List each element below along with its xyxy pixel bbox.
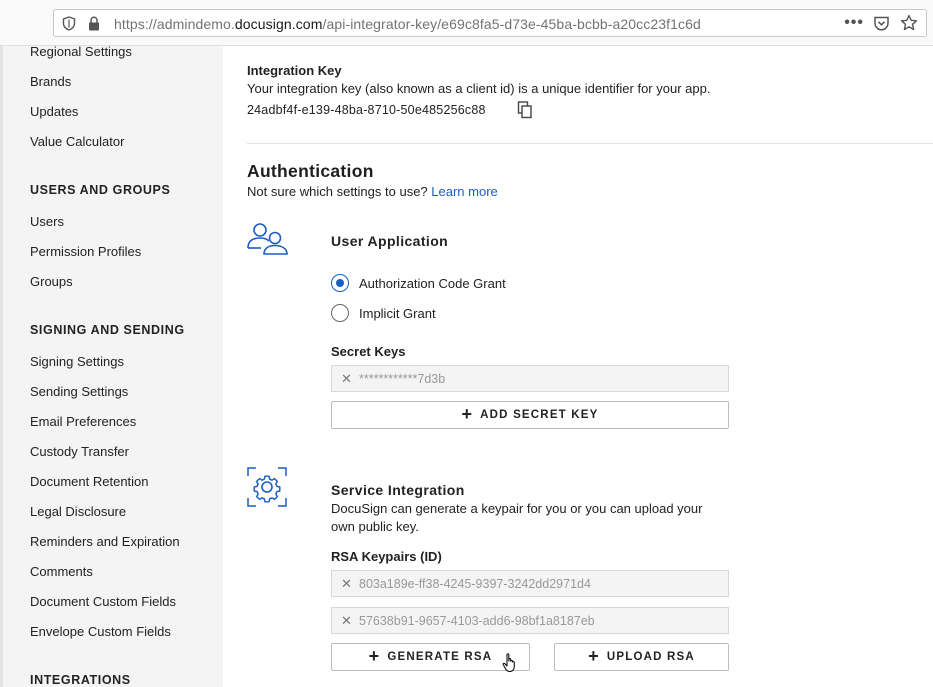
sidebar-heading-users-and-groups: USERS AND GROUPS <box>30 183 171 197</box>
sidebar-heading-integrations: INTEGRATIONS <box>30 673 131 687</box>
lock-icon[interactable] <box>88 16 100 31</box>
sidebar-item-groups[interactable]: Groups <box>30 274 73 289</box>
sidebar-item-value-calculator[interactable]: Value Calculator <box>30 134 124 149</box>
url-text[interactable]: https://admindemo.docusign.com/api-integ… <box>114 16 701 32</box>
rsa-keypair-field: ✕ 803a189e-ff38-4245-9397-3242dd2971d4 <box>331 570 729 597</box>
plus-icon: + <box>461 404 474 424</box>
sidebar-item-sending-settings[interactable]: Sending Settings <box>30 384 128 399</box>
sidebar-item-permission-profiles[interactable]: Permission Profiles <box>30 244 141 259</box>
service-integration-desc-line2: own public key. <box>331 519 419 534</box>
rsa-keypair-field: ✕ 57638b91-9657-4103-add6-98bf1a8187eb <box>331 607 729 634</box>
sidebar-item-reminders-and-expiration[interactable]: Reminders and Expiration <box>30 534 180 549</box>
sidebar-item-users[interactable]: Users <box>30 214 64 229</box>
plus-icon: + <box>588 646 600 666</box>
service-integration-heading: Service Integration <box>331 482 465 498</box>
copy-icon[interactable] <box>517 101 533 119</box>
implicit-grant-radio[interactable] <box>331 304 349 322</box>
sidebar-heading-signing-and-sending: SIGNING AND SENDING <box>30 323 185 337</box>
remove-rsa-keypair-icon[interactable]: ✕ <box>341 576 352 592</box>
integration-key-title: Integration Key <box>247 63 342 78</box>
integration-key-value: 24adbf4f-e139-48ba-8710-50e485256c88 <box>247 103 486 117</box>
rsa-keypairs-label: RSA Keypairs (ID) <box>331 549 442 564</box>
authorization-code-grant-radio[interactable] <box>331 274 349 292</box>
sidebar-item-document-custom-fields[interactable]: Document Custom Fields <box>30 594 176 609</box>
plus-icon: + <box>368 646 381 666</box>
sidebar-item-regional-settings[interactable]: Regional Settings <box>30 44 132 59</box>
generate-rsa-button[interactable]: + GENERATE RSA <box>331 643 530 671</box>
user-application-heading: User Application <box>331 233 449 249</box>
sidebar-item-envelope-custom-fields[interactable]: Envelope Custom Fields <box>30 624 171 639</box>
rsa-keypair-id: 803a189e-ff38-4245-9397-3242dd2971d4 <box>359 577 591 591</box>
integration-key-description: Your integration key (also known as a cl… <box>247 81 711 96</box>
secret-keys-label: Secret Keys <box>331 344 406 359</box>
section-divider <box>247 143 933 144</box>
authentication-heading: Authentication <box>247 161 374 181</box>
service-integration-desc-line1: DocuSign can generate a keypair for you … <box>331 501 703 516</box>
add-secret-key-button[interactable]: + ADD SECRET KEY <box>331 401 729 429</box>
sidebar-item-updates[interactable]: Updates <box>30 104 78 119</box>
authorization-code-grant-label[interactable]: Authorization Code Grant <box>359 276 506 291</box>
secret-key-field: ✕ ************7d3b <box>331 365 729 392</box>
browser-toolbar: https://admindemo.docusign.com/api-integ… <box>0 0 933 46</box>
implicit-grant-label[interactable]: Implicit Grant <box>359 306 436 321</box>
gear-icon <box>247 467 287 507</box>
generate-rsa-label: GENERATE RSA <box>387 651 493 663</box>
sidebar-item-comments[interactable]: Comments <box>30 564 93 579</box>
sidebar-item-brands[interactable]: Brands <box>30 74 71 89</box>
authentication-help: Not sure which settings to use? Learn mo… <box>247 184 498 199</box>
remove-secret-key-icon[interactable]: ✕ <box>341 371 352 387</box>
secret-key-value: ************7d3b <box>359 372 446 386</box>
star-icon[interactable] <box>900 14 918 32</box>
users-icon <box>247 223 288 255</box>
pocket-icon[interactable] <box>873 15 890 32</box>
shield-icon[interactable] <box>62 16 76 31</box>
rsa-keypair-id: 57638b91-9657-4103-add6-98bf1a8187eb <box>359 614 595 628</box>
learn-more-link[interactable]: Learn more <box>431 184 497 199</box>
url-bar[interactable]: https://admindemo.docusign.com/api-integ… <box>53 9 927 37</box>
add-secret-key-label: ADD SECRET KEY <box>480 409 599 421</box>
sidebar-item-email-preferences[interactable]: Email Preferences <box>30 414 136 429</box>
sidebar-item-document-retention[interactable]: Document Retention <box>30 474 149 489</box>
upload-rsa-label: UPLOAD RSA <box>606 651 695 663</box>
upload-rsa-button[interactable]: + UPLOAD RSA <box>554 643 729 671</box>
sidebar-item-legal-disclosure[interactable]: Legal Disclosure <box>30 504 126 519</box>
page-actions-menu-icon[interactable]: ••• <box>844 14 864 32</box>
settings-sidebar: Regional Settings Brands Updates Value C… <box>0 44 223 687</box>
main-content: Integration Key Your integration key (al… <box>223 46 933 687</box>
remove-rsa-keypair-icon[interactable]: ✕ <box>341 613 352 629</box>
sidebar-item-signing-settings[interactable]: Signing Settings <box>30 354 124 369</box>
sidebar-item-custody-transfer[interactable]: Custody Transfer <box>30 444 129 459</box>
hand-cursor-icon <box>502 653 515 673</box>
